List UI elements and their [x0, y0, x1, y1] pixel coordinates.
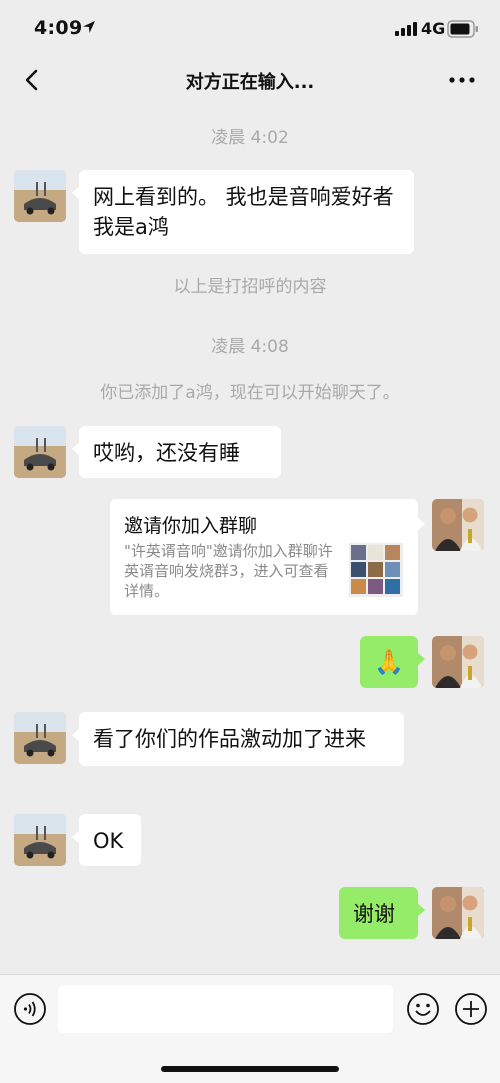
invite-title: 邀请你加入群聊 — [124, 515, 258, 537]
chat-title: 对方正在输入... — [185, 72, 315, 93]
clap-emoji: 🙏 — [374, 648, 404, 676]
sent-message[interactable]: 谢谢 — [339, 887, 425, 939]
message-text: 网上看到的。 我也是音响爱好者 我是a鸿 — [93, 185, 394, 239]
status-time: 4:09 — [34, 17, 83, 39]
battery-icon — [447, 20, 478, 38]
invite-description: "许英谞音响"邀请你加入群聊许英谞音响发烧群3，进入可查看详情。 — [124, 542, 333, 600]
more-options-icon[interactable] — [440, 62, 484, 98]
group-invite-card[interactable]: 邀请你加入群聊 "许英谞音响"邀请你加入群聊许英谞音响发烧群3，进入可查看详情。 — [110, 499, 425, 615]
contact-avatar[interactable] — [14, 170, 66, 222]
chat-header: 对方正在输入... — [0, 56, 500, 106]
message-input[interactable] — [58, 985, 393, 1033]
plus-icon[interactable] — [454, 992, 488, 1026]
my-avatar[interactable] — [432, 499, 484, 551]
received-message[interactable]: 看了你们的作品激动加了进来 — [72, 712, 404, 766]
status-bar: 4:09 4G — [0, 0, 500, 56]
message-text: OK — [93, 829, 124, 853]
message-text: 看了你们的作品激动加了进来 — [93, 727, 366, 751]
home-indicator — [161, 1066, 339, 1072]
contact-avatar[interactable] — [14, 712, 66, 764]
back-chevron-icon[interactable] — [14, 62, 50, 98]
location-arrow-icon — [83, 21, 95, 33]
my-avatar[interactable] — [432, 887, 484, 939]
message-text: 谢谢 — [353, 902, 395, 926]
received-message[interactable]: 网上看到的。 我也是音响爱好者 我是a鸿 — [72, 170, 414, 254]
system-note: 你已添加了a鸿，现在可以开始聊天了。 — [100, 383, 400, 403]
timestamp: 凌晨 4:08 — [211, 337, 289, 357]
network-type: 4G — [421, 19, 446, 38]
voice-input-icon[interactable] — [13, 992, 47, 1026]
message-text: 哎哟，还没有睡 — [93, 441, 240, 465]
timestamp: 凌晨 4:02 — [211, 128, 289, 148]
signal-icon — [395, 22, 417, 36]
group-thumbnail — [349, 543, 403, 597]
contact-avatar[interactable] — [14, 814, 66, 866]
system-note: 以上是打招呼的内容 — [173, 277, 327, 297]
sent-sticker[interactable]: 🙏 — [360, 636, 425, 688]
input-bar — [0, 974, 500, 1083]
emoji-icon[interactable] — [406, 992, 440, 1026]
received-message[interactable]: 哎哟，还没有睡 — [72, 426, 281, 478]
contact-avatar[interactable] — [14, 426, 66, 478]
received-message[interactable]: OK — [72, 814, 141, 866]
my-avatar[interactable] — [432, 636, 484, 688]
